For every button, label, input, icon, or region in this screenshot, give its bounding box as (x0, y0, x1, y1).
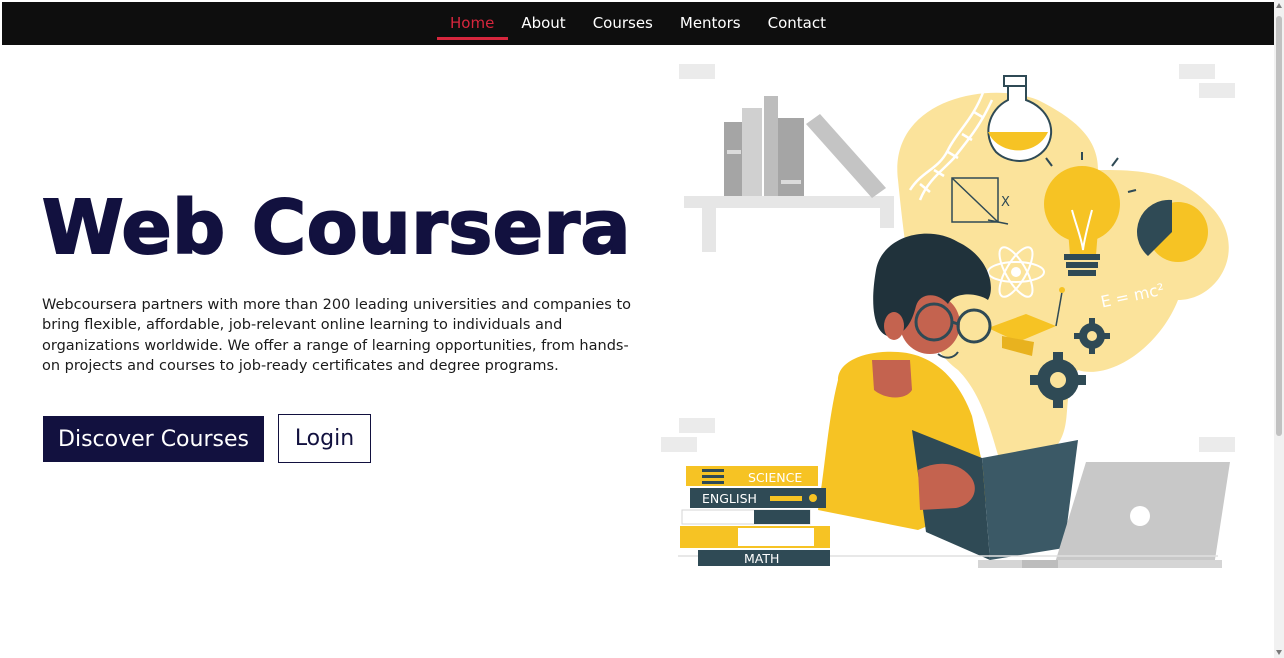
scrollbar-thumb[interactable] (1276, 16, 1282, 436)
nav-item-mentors[interactable]: Mentors (666, 2, 754, 45)
vertical-scrollbar[interactable] (1274, 0, 1284, 658)
nav-item-about[interactable]: About (508, 2, 579, 45)
hero-illustration: X E = mc² SCIENCE ENGLISH MATH (661, 64, 1235, 568)
math-book-label: MATH (744, 551, 779, 566)
top-navbar: Home About Courses Mentors Contact (2, 2, 1274, 45)
discover-courses-button[interactable]: Discover Courses (43, 416, 264, 462)
scroll-up-icon[interactable] (1276, 3, 1282, 8)
axis-letter: X (1001, 195, 1010, 210)
nav-item-contact[interactable]: Contact (754, 2, 839, 45)
open-book-icon (912, 430, 1078, 560)
nav-menu: Home About Courses Mentors Contact (2, 2, 1274, 45)
english-book-label: ENGLISH (702, 491, 757, 506)
flask-icon (987, 75, 1053, 162)
nav-item-home[interactable]: Home (436, 2, 509, 45)
page-frame: Home About Courses Mentors Contact Web C… (2, 2, 1274, 658)
scroll-down-icon[interactable] (1276, 650, 1282, 655)
login-button[interactable]: Login (278, 414, 371, 463)
hero-title: Web Coursera (41, 184, 631, 272)
hero-description: Webcoursera partners with more than 200 … (42, 297, 632, 374)
nav-item-courses[interactable]: Courses (579, 2, 666, 45)
pie-chart-icon (1137, 199, 1208, 262)
bookshelf (684, 96, 894, 252)
science-book-label: SCIENCE (748, 470, 802, 485)
book-stack: SCIENCE ENGLISH MATH (680, 466, 830, 566)
